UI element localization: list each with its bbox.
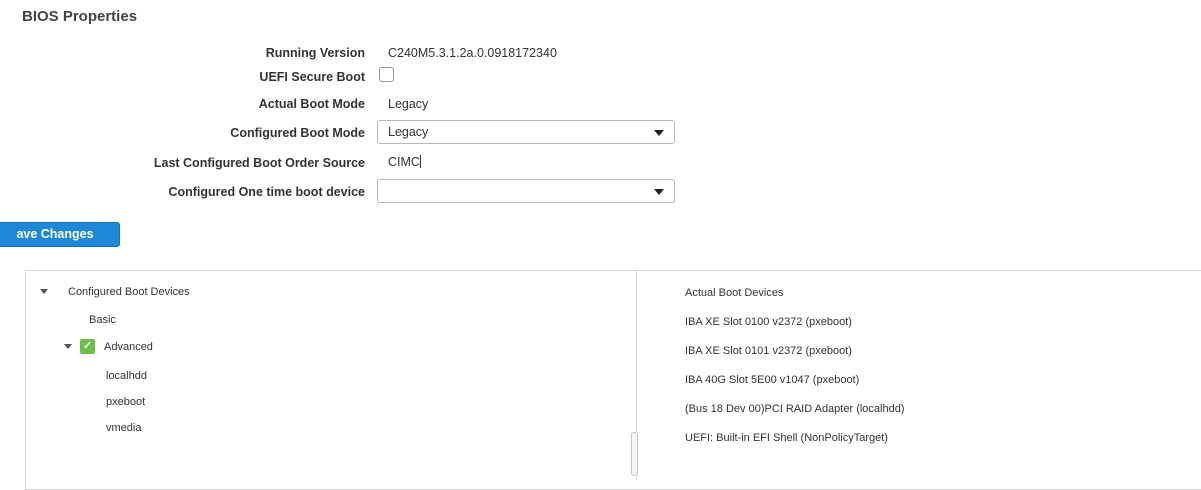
list-item: IBA XE Slot 0100 v2372 (pxeboot) [685, 316, 852, 328]
chevron-down-icon [654, 130, 664, 136]
triangle-down-icon[interactable] [64, 344, 72, 349]
configured-boot-devices-node[interactable]: Configured Boot Devices [68, 286, 190, 298]
configured-boot-mode-selected-value: Legacy [388, 125, 429, 139]
save-changes-button[interactable]: ave Changes [0, 222, 120, 247]
actual-boot-mode-value: Legacy [388, 97, 429, 111]
list-item: IBA 40G Slot 5E00 v1047 (pxeboot) [685, 374, 860, 386]
one-time-boot-device-label: Configured One time boot device [168, 185, 365, 199]
uefi-secure-boot-label: UEFI Secure Boot [259, 70, 365, 84]
list-item: UEFI: Built-in EFI Shell (NonPolicyTarge… [685, 432, 888, 444]
tree-item-pxeboot[interactable]: pxeboot [106, 396, 145, 408]
uefi-secure-boot-checkbox[interactable] [379, 67, 394, 82]
last-boot-order-source-value: CIMC [388, 155, 420, 169]
tree-item-basic[interactable]: Basic [89, 314, 116, 326]
configured-boot-mode-label: Configured Boot Mode [230, 126, 365, 140]
text-cursor [419, 155, 421, 168]
one-time-boot-device-select[interactable] [377, 179, 675, 203]
tree-item-localhdd[interactable]: localhdd [106, 370, 147, 382]
actual-boot-mode-label: Actual Boot Mode [258, 97, 365, 111]
list-item: IBA XE Slot 0101 v2372 (pxeboot) [685, 345, 852, 357]
last-boot-order-source-field[interactable]: CIMC [377, 150, 675, 174]
running-version-label: Running Version [265, 46, 365, 60]
boot-devices-panel [25, 270, 1201, 490]
actual-boot-devices-header: Actual Boot Devices [685, 287, 784, 299]
tree-item-advanced[interactable]: Advanced [104, 341, 153, 353]
last-boot-order-source-label: Last Configured Boot Order Source [153, 156, 365, 170]
checkmark-icon[interactable]: ✓ [80, 339, 95, 354]
chevron-down-icon [654, 189, 664, 195]
list-item: (Bus 18 Dev 00)PCI RAID Adapter (localhd… [685, 403, 905, 415]
configured-boot-mode-select[interactable]: Legacy [377, 120, 675, 144]
panel-splitter-handle[interactable] [631, 432, 638, 476]
section-title: BIOS Properties [22, 8, 138, 25]
tree-item-vmedia[interactable]: vmedia [106, 422, 141, 434]
triangle-down-icon[interactable] [40, 289, 48, 294]
running-version-value: C240M5.3.1.2a.0.0918172340 [388, 46, 557, 60]
